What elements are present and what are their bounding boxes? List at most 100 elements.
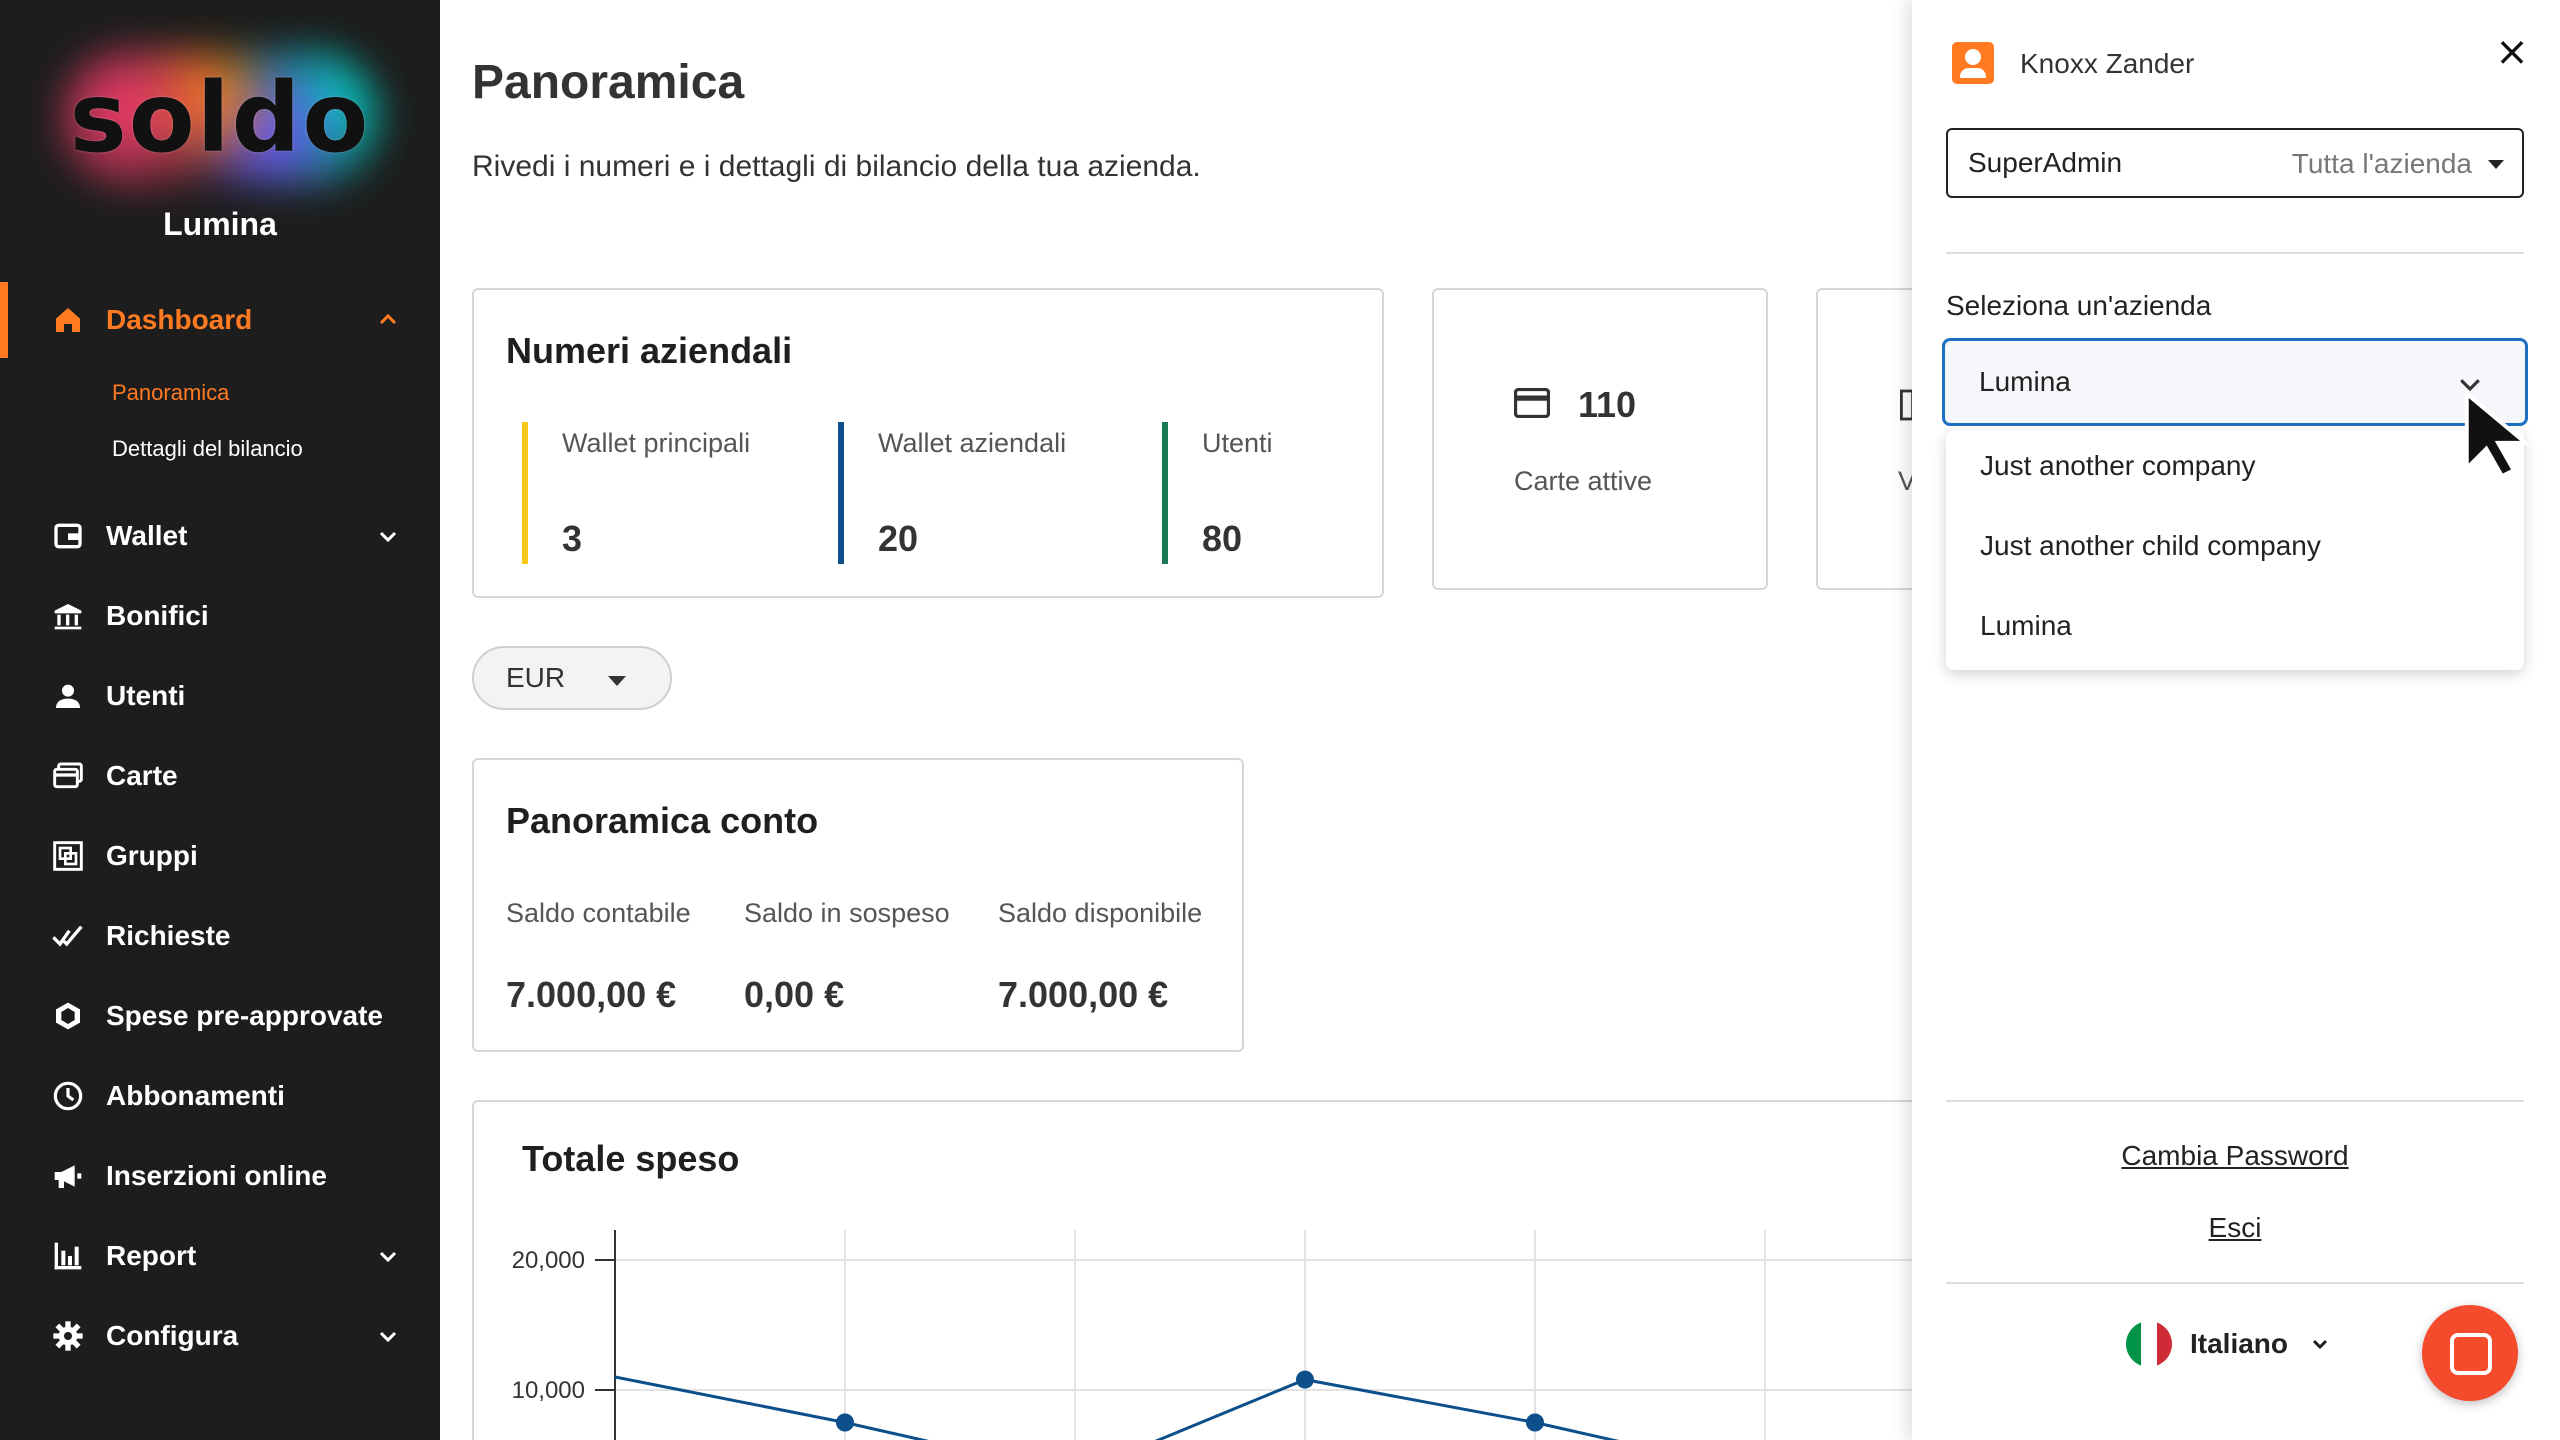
language-value: Italiano xyxy=(2190,1328,2289,1359)
sidebar-item-label: Configura xyxy=(106,1320,239,1351)
metric-label: Wallet principali xyxy=(562,428,751,458)
currency-value: EUR xyxy=(506,662,566,693)
sidebar-item-label: Bonifici xyxy=(106,600,209,631)
metric-label: Wallet aziendali xyxy=(878,428,1067,458)
app-root: soldo Lumina Dashboard Panoramica Dettag… xyxy=(0,0,2560,1440)
company-numbers-title: Numeri aziendali xyxy=(506,330,793,371)
metric-value: 20 xyxy=(878,518,919,559)
cards-icon xyxy=(50,758,86,794)
clock-icon xyxy=(50,1078,86,1114)
sidebar-item-configura[interactable]: Configura xyxy=(0,1304,440,1368)
user-name: Knoxx Zander xyxy=(2020,48,2195,79)
mouse-cursor-icon xyxy=(2464,390,2531,479)
user-icon xyxy=(50,678,86,714)
chevron-down-icon[interactable] xyxy=(376,1324,400,1348)
currency-select[interactable]: EUR xyxy=(472,646,672,710)
company-option[interactable]: Lumina xyxy=(1980,610,2072,642)
sidebar-item-label: Dashboard xyxy=(106,304,253,335)
sidebar-item-label: Carte xyxy=(106,760,178,791)
data-point xyxy=(836,1413,854,1432)
language-select[interactable]: Italiano xyxy=(2126,1320,2332,1368)
chevron-down-icon[interactable] xyxy=(376,1244,400,1268)
account-overview-title: Panoramica conto xyxy=(506,800,819,841)
balance-label: Saldo in sospeso xyxy=(744,898,950,928)
sidebar-item-spese-pre-approvate[interactable]: Spese pre-approvate xyxy=(0,984,440,1048)
brand-name: soldo xyxy=(69,62,371,174)
company-option[interactable]: Just another company xyxy=(1980,450,2256,482)
balance-label: Saldo contabile xyxy=(506,898,691,928)
sidebar-item-inserzioni-online[interactable]: Inserzioni online xyxy=(0,1144,440,1208)
organization-name: Lumina xyxy=(163,206,277,242)
sidebar-item-gruppi[interactable]: Gruppi xyxy=(0,824,440,888)
data-point xyxy=(1526,1413,1544,1432)
sidebar-item-label: Report xyxy=(106,1240,197,1271)
caret-down-icon xyxy=(2488,160,2504,169)
metric-label: Utenti xyxy=(1202,428,1273,458)
sidebar-item-carte[interactable]: Carte xyxy=(0,744,440,808)
card-icon xyxy=(1514,388,1550,418)
home-icon xyxy=(50,302,86,338)
company-select[interactable]: Lumina xyxy=(1942,338,2528,426)
sidebar-item-label: Abbonamenti xyxy=(106,1080,285,1111)
sidebar-subitem-panoramica[interactable]: Panoramica xyxy=(112,380,229,406)
divider xyxy=(1946,1100,2524,1102)
role-value: SuperAdmin xyxy=(1968,147,2123,178)
chat-support-button[interactable] xyxy=(2422,1305,2518,1401)
role-select[interactable]: SuperAdmin Tutta l'azienda xyxy=(1946,128,2524,198)
sidebar-item-label: Inserzioni online xyxy=(106,1160,327,1191)
metric-value: 3 xyxy=(562,518,583,559)
sidebar-item-label: Spese pre-approvate xyxy=(106,1000,383,1031)
sidebar-item-utenti[interactable]: Utenti xyxy=(0,664,440,728)
balance-value: 7.000,00 € xyxy=(998,974,1169,1015)
company-dropdown-menu: Just another company Just another child … xyxy=(1946,430,2524,670)
logout-link[interactable]: Esci xyxy=(1946,1212,2524,1244)
bank-icon xyxy=(50,598,86,634)
change-password-link[interactable]: Cambia Password xyxy=(1946,1140,2524,1172)
metric-bar-users xyxy=(1162,422,1168,564)
chevron-down-icon xyxy=(2312,1339,2328,1350)
chevron-up-icon[interactable] xyxy=(376,308,400,332)
shield-icon xyxy=(50,998,86,1034)
balance-label: Saldo disponibile xyxy=(998,898,1203,928)
gear-icon xyxy=(50,1318,86,1354)
y-tick-label: 10,000 xyxy=(512,1377,585,1404)
active-cards-count: 110 xyxy=(1578,384,1637,425)
company-select-value: Lumina xyxy=(1979,366,2071,397)
sidebar-item-dashboard[interactable]: Dashboard xyxy=(0,288,440,352)
active-cards-label: Carte attive xyxy=(1514,466,1653,496)
company-option[interactable]: Just another child company xyxy=(1980,530,2321,562)
total-spent-title: Totale speso xyxy=(522,1138,740,1179)
close-icon[interactable]: × xyxy=(2494,32,2530,72)
megaphone-icon xyxy=(50,1158,86,1194)
sidebar-item-richieste[interactable]: Richieste xyxy=(0,904,440,968)
soldo-logo: soldo xyxy=(60,48,380,188)
chevron-down-icon[interactable] xyxy=(376,524,400,548)
page-title: Panoramica xyxy=(472,56,745,109)
page-description: Rivedi i numeri e i dettagli di bilancio… xyxy=(472,150,1201,183)
groups-icon xyxy=(50,838,86,874)
sidebar-item-report[interactable]: Report xyxy=(0,1224,440,1288)
company-select-label: Seleziona un'azienda xyxy=(1946,290,2212,321)
chart-icon xyxy=(50,1238,86,1274)
sidebar-item-label: Wallet xyxy=(106,520,188,551)
divider xyxy=(1946,1282,2524,1284)
sidebar-item-bonifici[interactable]: Bonifici xyxy=(0,584,440,648)
sidebar-subitem-dettagli-bilancio[interactable]: Dettagli del bilancio xyxy=(112,436,303,462)
sidebar-item-abbonamenti[interactable]: Abbonamenti xyxy=(0,1064,440,1128)
user-avatar-icon xyxy=(1952,42,1994,84)
divider xyxy=(1946,252,2524,254)
italy-flag-icon xyxy=(2126,1321,2172,1367)
metric-value: 80 xyxy=(1202,518,1243,559)
metric-bar-main-wallets xyxy=(522,422,528,564)
sidebar-item-wallet[interactable]: Wallet xyxy=(0,504,440,568)
sidebar-item-label: Richieste xyxy=(106,920,231,951)
check-icon xyxy=(50,918,86,954)
total-spent-chart: 20,000 10,000 xyxy=(512,1230,1920,1440)
role-scope: Tutta l'azienda xyxy=(2291,148,2472,179)
balance-value: 7.000,00 € xyxy=(506,974,677,1015)
data-point xyxy=(1296,1370,1314,1389)
sidebar-item-label: Gruppi xyxy=(106,840,198,871)
series-line xyxy=(614,1375,1620,1440)
sidebar: soldo Lumina Dashboard Panoramica Dettag… xyxy=(0,0,440,1440)
wallet-icon xyxy=(50,518,86,554)
